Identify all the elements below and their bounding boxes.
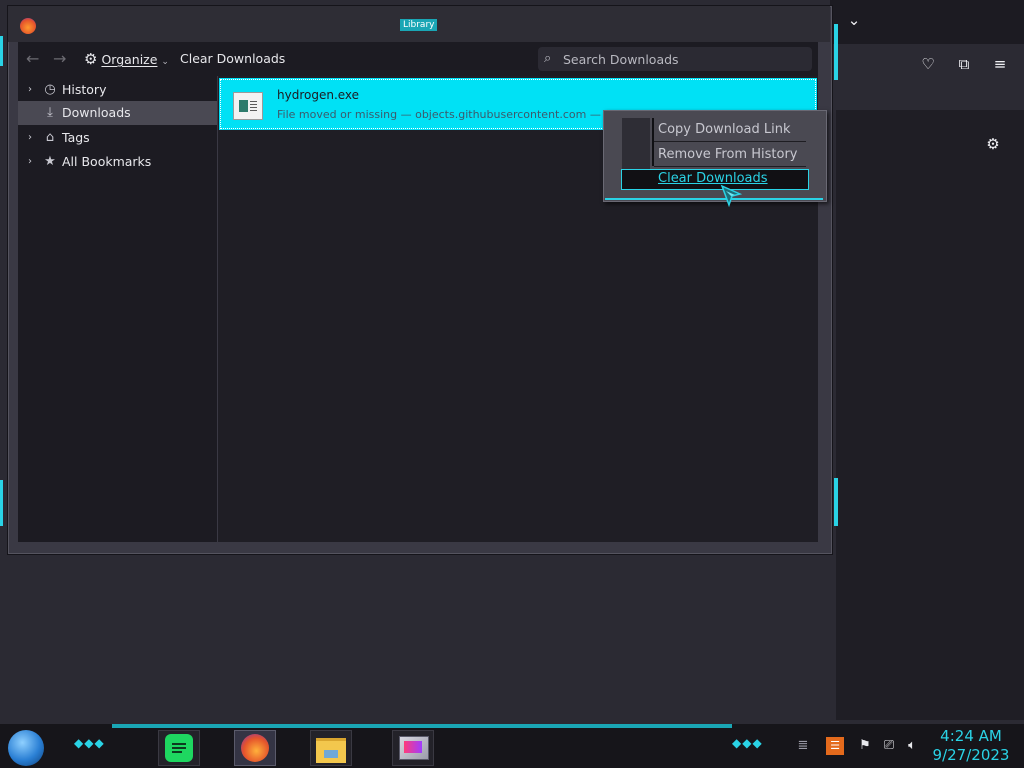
expand-chevron-icon[interactable]: ›	[24, 150, 36, 174]
star-icon: ★	[44, 154, 56, 169]
search-input[interactable]	[563, 47, 803, 71]
sidebar-item-label: History	[62, 82, 107, 97]
sidebar-item-downloads[interactable]: ⤓ Downloads	[18, 101, 217, 125]
sidebar-item-history[interactable]: › ◷ History	[18, 78, 217, 102]
clock-time[interactable]: 4:24 AM	[922, 727, 1020, 745]
sidebar-item-tags[interactable]: › ⌂ Tags	[18, 126, 217, 150]
skin-accent-left-top	[0, 36, 3, 66]
menu-icon[interactable]: ≡	[988, 52, 1012, 76]
list-all-tabs-icon[interactable]: ⌄	[842, 8, 866, 32]
volume-icon[interactable]: 🔈︎	[903, 737, 921, 755]
gear-icon: ⚙	[84, 50, 98, 68]
skin-accent-right-top	[834, 24, 838, 80]
forward-button[interactable]: →	[53, 42, 66, 76]
download-icon: ⤓	[47, 105, 53, 120]
decorative-dots-left: ◆◆◆	[74, 736, 105, 750]
organize-button[interactable]: ⚙ Organize ⌄	[84, 42, 184, 76]
taskbar-app-media[interactable]	[392, 730, 434, 766]
taskbar-app-file-explorer[interactable]	[310, 730, 352, 766]
back-button[interactable]: ←	[26, 42, 39, 76]
expand-chevron-icon[interactable]: ›	[24, 126, 36, 150]
expand-chevron-icon[interactable]: ›	[24, 78, 36, 102]
sidebar-item-all-bookmarks[interactable]: › ★ All Bookmarks	[18, 150, 217, 174]
settings-gear-icon[interactable]: ⚙	[981, 132, 1005, 156]
menu-separator	[654, 166, 806, 167]
tag-icon: ⌂	[45, 130, 55, 145]
download-status: File moved or missing — objects.githubus…	[277, 108, 630, 121]
search-icon: ⌕	[544, 51, 552, 66]
background-page-content	[836, 110, 1024, 720]
clock-icon: ◷	[44, 82, 56, 97]
skin-accent-left-bottom	[0, 480, 3, 526]
taskbar-app-firefox[interactable]	[234, 730, 276, 766]
taskbar-app-spotify[interactable]	[158, 730, 200, 766]
firefox-logo-icon	[20, 18, 36, 34]
organize-label: Organize	[101, 52, 158, 67]
media-app-icon	[399, 736, 429, 760]
decorative-dots-right: ◆◆◆	[732, 736, 763, 750]
window-title: Library	[400, 19, 438, 31]
flag-icon[interactable]: ⚑	[856, 737, 874, 755]
context-menu-divider	[652, 118, 654, 166]
skin-accent-right-bottom	[834, 478, 838, 526]
menu-separator	[654, 141, 806, 142]
pocket-icon[interactable]: ♡	[916, 52, 940, 76]
spotify-icon	[165, 734, 193, 762]
show-desktop-icon[interactable]: ≣	[794, 737, 812, 755]
menuitem-remove-from-history[interactable]: Remove From History	[658, 144, 797, 166]
file-explorer-icon	[316, 738, 346, 763]
taskbar-accent	[112, 724, 732, 728]
network-icon[interactable]: ⎚	[880, 737, 898, 755]
exe-file-icon	[233, 92, 263, 120]
sidebar-item-label: Downloads	[62, 105, 131, 120]
mouse-cursor-icon	[720, 184, 742, 208]
menuitem-clear-downloads[interactable]: Clear Downloads	[658, 168, 768, 190]
firefox-icon	[241, 734, 269, 762]
menuitem-copy-download-link[interactable]: Copy Download Link	[658, 119, 790, 141]
sidebar-item-label: All Bookmarks	[62, 154, 152, 169]
clock-date[interactable]: 9/27/2023	[922, 746, 1020, 764]
app-tray-icon[interactable]: ☰	[826, 737, 844, 755]
context-menu-accent	[605, 198, 823, 200]
clear-downloads-button[interactable]: Clear Downloads	[180, 42, 285, 76]
start-button[interactable]	[8, 730, 44, 766]
sidebar-item-label: Tags	[62, 130, 90, 145]
extensions-icon[interactable]: ⧉	[952, 52, 976, 76]
chevron-down-icon: ⌄	[161, 57, 169, 67]
download-filename: hydrogen.exe	[277, 88, 360, 102]
